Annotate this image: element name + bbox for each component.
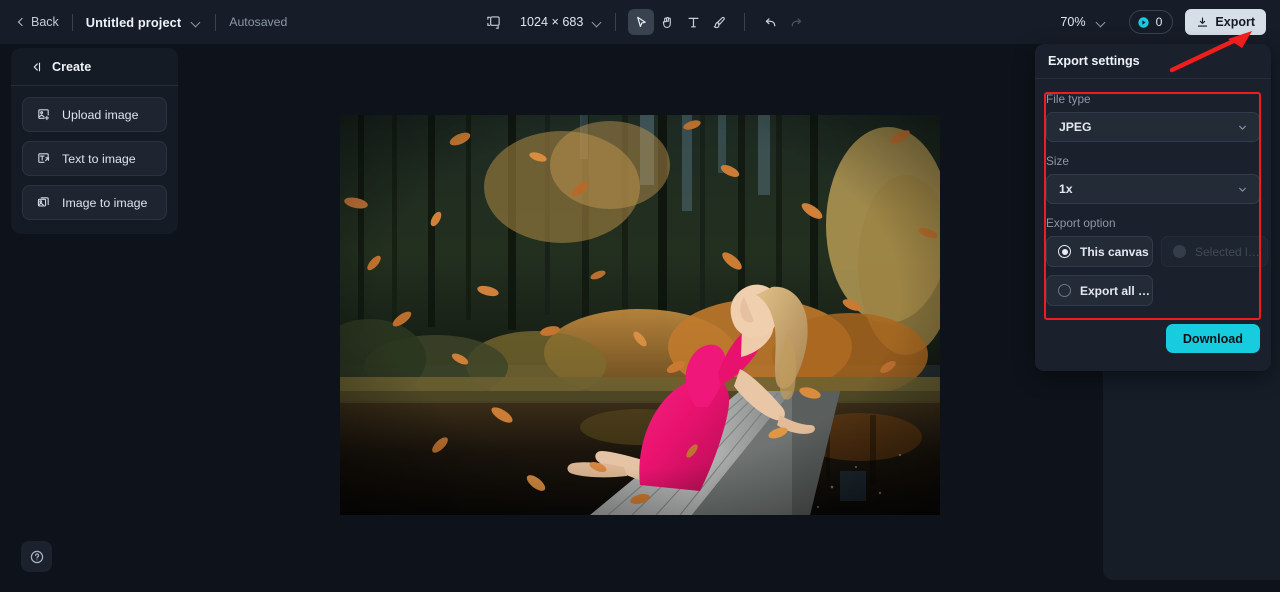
chevron-down-icon: [1236, 121, 1249, 134]
export-option-label: Export option: [1046, 216, 1260, 230]
credits-count: 0: [1156, 15, 1163, 29]
sidebar-title: Create: [52, 60, 91, 74]
image-to-image-icon: [36, 195, 51, 210]
undo-button[interactable]: [757, 9, 783, 35]
export-option-label-text: Export all …: [1080, 284, 1150, 298]
export-option-row-2: Export all …: [1046, 275, 1260, 306]
help-icon: [29, 549, 45, 565]
project-name[interactable]: Untitled project: [86, 15, 181, 30]
export-option-row-1: This canvas Selected l…: [1046, 236, 1260, 267]
export-settings-body: File type JPEG Size 1x Export option Thi…: [1035, 79, 1271, 306]
size-label: Size: [1046, 154, 1260, 168]
zoom-level: 70%: [1060, 15, 1085, 29]
canvas-image[interactable]: [340, 115, 940, 515]
top-bar-right: 70% 0 Export: [1060, 0, 1266, 44]
canvas-dimensions: 1024 × 683: [520, 15, 583, 29]
sidebar-item-label: Image to image: [62, 196, 147, 210]
file-type-value: JPEG: [1059, 120, 1092, 134]
top-bar-left: Back Untitled project Autosaved: [0, 14, 287, 31]
export-option-this-canvas[interactable]: This canvas: [1046, 236, 1153, 267]
file-type-label: File type: [1046, 92, 1260, 106]
download-row: Download: [1035, 314, 1271, 353]
sidebar-item-label: Upload image: [62, 108, 138, 122]
help-button[interactable]: [21, 541, 52, 572]
upload-image-icon: [36, 107, 51, 122]
export-option-label-text: This canvas: [1080, 245, 1149, 259]
export-button[interactable]: Export: [1185, 9, 1266, 35]
text-to-image-icon: [36, 151, 51, 166]
hand-tool[interactable]: [654, 9, 680, 35]
sidebar-items: Upload image Text to image Image to imag…: [11, 86, 178, 234]
sidebar-item-label: Text to image: [62, 152, 136, 166]
credits-icon: [1137, 16, 1150, 29]
back-button[interactable]: Back: [17, 15, 59, 29]
chevron-down-icon[interactable]: [1096, 17, 1107, 28]
size-select[interactable]: 1x: [1046, 174, 1260, 204]
divider: [744, 13, 745, 31]
export-settings-title: Export settings: [1048, 54, 1140, 68]
redo-button[interactable]: [783, 9, 809, 35]
select-tool[interactable]: [628, 9, 654, 35]
sidebar-header: Create: [11, 48, 178, 86]
file-type-select[interactable]: JPEG: [1046, 112, 1260, 142]
sidebar-item-image-to-image[interactable]: Image to image: [22, 185, 167, 220]
radio-unselected-icon: [1058, 284, 1071, 297]
export-option-label-text: Selected l…: [1195, 245, 1260, 259]
divider: [72, 14, 73, 31]
divider: [215, 14, 216, 31]
canvas-artboard[interactable]: [340, 115, 940, 515]
divider: [615, 13, 616, 31]
export-label: Export: [1215, 15, 1255, 29]
text-tool[interactable]: [680, 9, 706, 35]
sidebar-item-upload-image[interactable]: Upload image: [22, 97, 167, 132]
top-bar-tools: 1024 × 683: [480, 0, 809, 44]
back-label: Back: [31, 15, 59, 29]
radio-disabled-icon: [1173, 245, 1186, 258]
credits-badge[interactable]: 0: [1129, 10, 1174, 34]
download-icon: [1196, 16, 1209, 29]
download-button[interactable]: Download: [1166, 324, 1260, 353]
radio-selected-icon: [1058, 245, 1071, 258]
autosaved-status: Autosaved: [229, 15, 287, 29]
collapse-panel-icon: [29, 60, 43, 74]
create-sidebar: Create Upload image Text to image: [11, 48, 178, 234]
size-value: 1x: [1059, 182, 1073, 196]
chevron-down-icon: [1236, 183, 1249, 196]
sidebar-item-text-to-image[interactable]: Text to image: [22, 141, 167, 176]
chevron-down-icon[interactable]: [191, 17, 202, 28]
chevron-left-icon: [17, 18, 26, 27]
export-option-selected-layer: Selected l…: [1161, 236, 1268, 267]
frame-resize-icon[interactable]: [480, 9, 506, 35]
app-root: Back Untitled project Autosaved 1024 × 6…: [0, 0, 1280, 592]
export-option-export-all[interactable]: Export all …: [1046, 275, 1153, 306]
chevron-down-icon[interactable]: [592, 17, 603, 28]
export-settings-panel: Export settings File type JPEG Size 1x E…: [1035, 44, 1271, 371]
export-settings-header: Export settings: [1035, 44, 1271, 79]
top-bar: Back Untitled project Autosaved 1024 × 6…: [0, 0, 1280, 44]
brush-tool[interactable]: [706, 9, 732, 35]
